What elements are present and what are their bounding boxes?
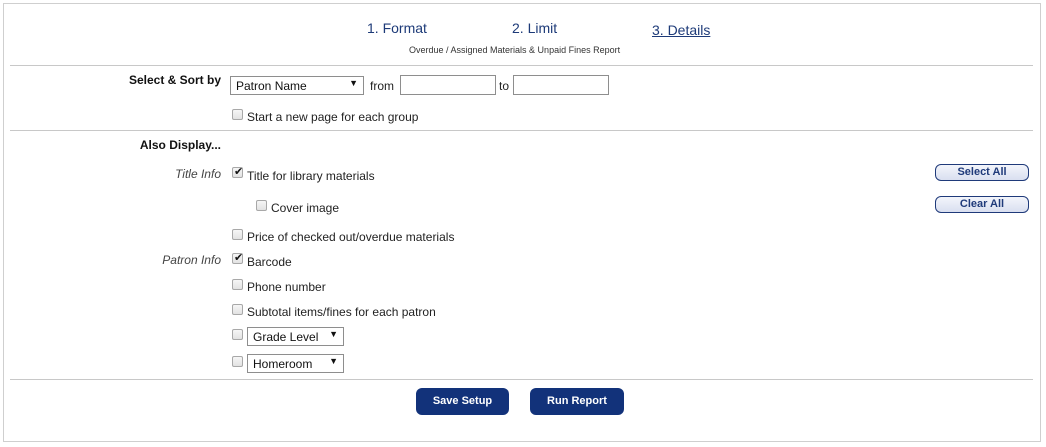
checkmark-icon: ✔	[234, 252, 244, 264]
step-format-link[interactable]: 1. Format	[367, 20, 427, 36]
divider	[10, 379, 1033, 380]
select-sort-label: Select & Sort by	[128, 73, 221, 87]
grade-level-checkbox[interactable]	[232, 329, 243, 340]
to-label: to	[499, 79, 510, 93]
patron-info-label: Patron Info	[162, 253, 221, 267]
divider	[10, 130, 1033, 131]
to-input[interactable]	[513, 75, 609, 95]
from-input[interactable]	[400, 75, 496, 95]
select-all-button[interactable]: Select All	[935, 164, 1029, 181]
save-setup-button[interactable]: Save Setup	[416, 388, 509, 415]
report-panel	[3, 3, 1041, 442]
phone-checkbox[interactable]	[232, 279, 243, 290]
step-limit-link[interactable]: 2. Limit	[512, 20, 557, 36]
title-materials-checkbox[interactable]: ✔	[232, 166, 244, 178]
homeroom-select[interactable]: Homeroom ▼	[247, 354, 344, 373]
clear-all-button[interactable]: Clear All	[935, 196, 1029, 213]
divider	[10, 65, 1033, 66]
homeroom-checkbox[interactable]	[232, 356, 243, 367]
new-page-label: Start a new page for each group	[247, 110, 419, 124]
report-subtitle: Overdue / Assigned Materials & Unpaid Fi…	[409, 45, 621, 55]
price-checkbox[interactable]	[232, 229, 243, 240]
sort-field-value: Patron Name	[236, 79, 307, 93]
run-report-button[interactable]: Run Report	[530, 388, 624, 415]
title-materials-label: Title for library materials	[247, 169, 375, 183]
also-display-heading: Also Display...	[139, 138, 221, 152]
subtotal-checkbox[interactable]	[232, 304, 243, 315]
chevron-down-icon: ▼	[349, 78, 358, 88]
subtotal-label: Subtotal items/fines for each patron	[247, 305, 436, 319]
step-details-link[interactable]: 3. Details	[652, 22, 710, 38]
checkmark-icon: ✔	[234, 166, 244, 178]
homeroom-value: Homeroom	[253, 357, 313, 371]
barcode-label: Barcode	[247, 255, 292, 269]
from-label: from	[370, 79, 394, 93]
title-info-label: Title Info	[175, 167, 221, 181]
phone-label: Phone number	[247, 280, 326, 294]
sort-field-select[interactable]: Patron Name ▼	[230, 76, 364, 95]
new-page-checkbox[interactable]	[232, 109, 243, 120]
grade-level-select[interactable]: Grade Level ▼	[247, 327, 344, 346]
barcode-checkbox[interactable]: ✔	[232, 252, 244, 264]
cover-image-label: Cover image	[271, 201, 340, 215]
price-label: Price of checked out/overdue materials	[247, 230, 455, 244]
chevron-down-icon: ▼	[329, 356, 338, 366]
grade-level-value: Grade Level	[253, 330, 319, 344]
chevron-down-icon: ▼	[329, 329, 338, 339]
cover-image-checkbox[interactable]	[256, 200, 267, 211]
